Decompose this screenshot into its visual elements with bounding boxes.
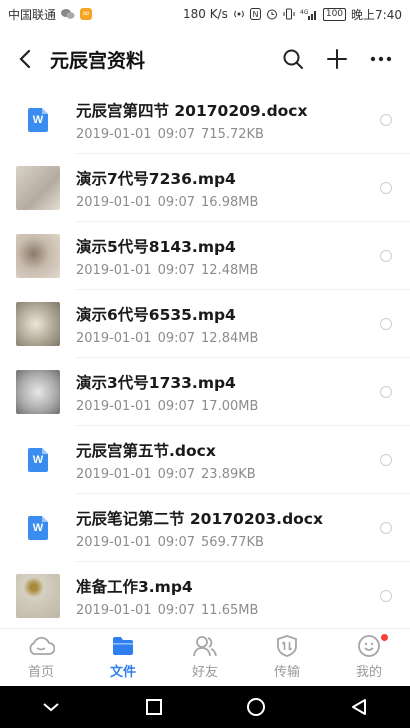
video-thumbnail [16,166,60,210]
file-meta: 2019-01-01 09:07 23.89KB [76,466,256,482]
file-name: 演示7代号7236.mp4 [76,169,236,188]
file-meta: 2019-01-01 09:07 11.65MB [76,602,259,618]
select-radio[interactable] [380,182,392,194]
file-name: 元辰宫第四节 20170209.docx [76,101,308,120]
clock: 晚上7:40 [351,7,402,22]
system-back-button[interactable] [339,687,379,727]
file-name: 演示3代号1733.mp4 [76,373,236,392]
tab-transfer[interactable]: 传输 [246,629,328,685]
file-meta: 2019-01-01 09:07 12.84MB [76,330,259,346]
system-recents-button[interactable] [134,687,174,727]
tab-label: 好友 [191,665,218,680]
status-bar: 中国联通 ∞ 180 K/s N 4G 100 晚上7:40 [0,0,410,28]
cloud-icon [27,634,55,658]
select-radio[interactable] [380,590,392,602]
system-home-button[interactable] [236,687,276,727]
docx-file-icon: W [16,506,60,550]
app-header: 元辰宫资料 [0,28,410,90]
file-list: W 元辰宫第四节 20170209.docx 2019-01-01 09:07 71… [0,86,410,628]
file-row[interactable]: W 元辰宫第四节 20170209.docx 2019-01-01 09:07 71… [0,86,410,154]
more-dots-icon [370,56,392,62]
tab-label: 我的 [355,665,382,680]
video-thumbnail [16,370,60,414]
docx-file-icon: W [16,438,60,482]
file-name: 演示5代号8143.mp4 [76,237,236,256]
app-notification-icon: ∞ [80,8,93,20]
file-name: 准备工作3.mp4 [76,577,193,596]
page-title: 元辰宫资料 [50,49,146,72]
file-meta: 2019-01-01 09:07 12.48MB [76,262,259,278]
circle-icon [247,698,266,716]
search-icon [283,49,303,69]
wechat-icon [61,8,75,20]
hotspot-icon [233,8,245,20]
file-meta: 2019-01-01 09:07 17.00MB [76,398,259,414]
friends-icon [191,634,219,658]
file-meta: 2019-01-01 09:07 16.98MB [76,194,259,210]
back-button[interactable] [14,48,36,70]
select-radio[interactable] [380,522,392,534]
file-row[interactable]: 演示7代号7236.mp4 2019-01-01 09:07 16.98MB [0,154,410,222]
notification-badge [381,634,388,641]
triangle-back-icon [351,699,366,715]
file-row[interactable]: 准备工作3.mp4 2019-01-01 09:07 11.65MB [0,562,410,628]
select-radio[interactable] [380,114,392,126]
plus-icon [327,49,347,69]
file-row[interactable]: 演示5代号8143.mp4 2019-01-01 09:07 12.48MB [0,222,410,290]
carrier-label: 中国联通 [8,7,57,22]
add-button[interactable] [322,44,352,74]
search-button[interactable] [278,44,308,74]
select-radio[interactable] [380,386,392,398]
svg-text:N: N [252,10,258,19]
file-name: 元辰宫第五节.docx [76,441,216,460]
system-collapse-button[interactable] [31,687,71,727]
vibrate-icon [283,8,295,20]
file-name: 元辰笔记第二节 20170203.docx [76,509,323,528]
chevron-down-icon [43,703,59,712]
file-meta: 2019-01-01 09:07 715.72KB [76,126,264,142]
select-radio[interactable] [380,250,392,262]
svg-text:4G: 4G [300,9,309,16]
file-meta: 2019-01-01 09:07 569.77KB [76,534,264,550]
chevron-left-icon [19,49,31,69]
select-radio[interactable] [380,454,392,466]
folder-icon [109,634,137,658]
battery-icon: 100 [322,7,347,21]
transfer-icon [273,634,301,658]
alarm-icon [266,8,278,20]
file-row[interactable]: 演示3代号1733.mp4 2019-01-01 09:07 17.00MB [0,358,410,426]
tab-label: 首页 [27,665,54,680]
network-speed: 180 K/s [182,7,228,21]
video-thumbnail [16,574,60,618]
nfc-icon: N [249,8,261,20]
video-thumbnail [16,302,60,346]
docx-file-icon: W [16,98,60,142]
system-navigation-bar [0,686,410,728]
tab-label: 文件 [109,665,136,680]
video-thumbnail [16,234,60,278]
tab-profile[interactable]: 我的 [328,629,410,685]
file-row[interactable]: W 元辰笔记第二节 20170203.docx 2019-01-01 09:07 5… [0,494,410,562]
bottom-navigation: 首页 文件 好友 传输 我的 [0,628,410,685]
more-button[interactable] [366,44,396,74]
signal-icon: 4G [300,8,318,20]
tab-home[interactable]: 首页 [0,629,82,685]
tab-label: 传输 [273,665,300,680]
square-icon [145,699,162,715]
file-row[interactable]: W 元辰宫第五节.docx 2019-01-01 09:07 23.89KB [0,426,410,494]
tab-files[interactable]: 文件 [82,629,164,685]
profile-icon [355,634,383,658]
tab-friends[interactable]: 好友 [164,629,246,685]
file-row[interactable]: 演示6代号6535.mp4 2019-01-01 09:07 12.84MB [0,290,410,358]
select-radio[interactable] [380,318,392,330]
file-name: 演示6代号6535.mp4 [76,305,236,324]
